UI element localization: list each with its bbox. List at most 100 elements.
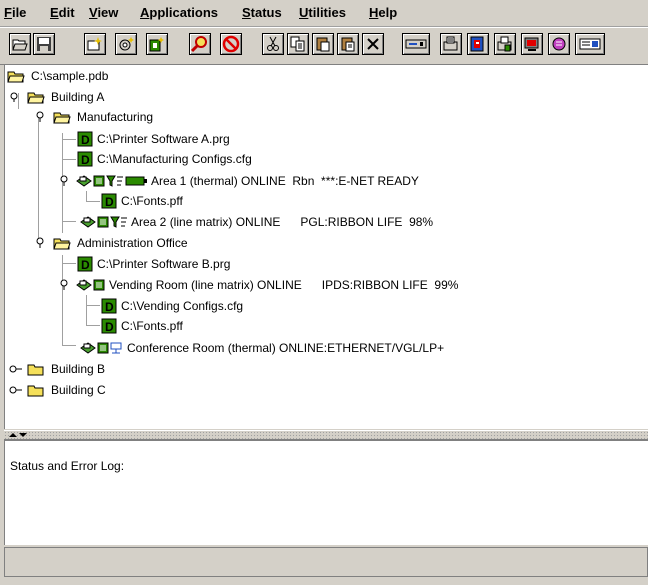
tree-line [62, 221, 76, 222]
collapse-handle-icon[interactable] [59, 279, 69, 291]
tree-node-building-c[interactable]: Building C [9, 380, 106, 400]
tree-line [62, 345, 76, 346]
expand-handle-icon[interactable] [9, 384, 23, 396]
menu-edit[interactable]: Edit [50, 5, 75, 20]
menu-file-label: ile [11, 5, 27, 20]
document-file-icon: D [101, 193, 117, 209]
tree-node-label: Area 1 (thermal) ONLINE Rbn ***:E-NET RE… [151, 174, 419, 188]
tree-node-label: Vending Room (line matrix) ONLINE IPDS:R… [109, 278, 459, 292]
tree-node-root[interactable]: C:\sample.pdb [7, 66, 108, 86]
tree-line [62, 255, 63, 345]
settings-item-button[interactable] [115, 33, 137, 55]
svg-text:D: D [81, 133, 90, 147]
panel-icon [579, 38, 601, 50]
device-button[interactable] [402, 33, 430, 55]
splitter-arrows-icon[interactable] [8, 431, 30, 439]
svg-text:D: D [81, 258, 90, 272]
status-error-log[interactable]: Status and Error Log: [4, 440, 648, 545]
tree-node-printer-area2[interactable]: Area 2 (line matrix) ONLINE PGL:RIBBON L… [79, 212, 433, 232]
tree-node-printer-conference[interactable]: Conference Room (thermal) ONLINE:ETHERNE… [79, 338, 444, 358]
paste-button[interactable] [312, 33, 334, 55]
open-folder-icon [7, 71, 25, 83]
stop-button[interactable] [220, 33, 242, 55]
collapse-handle-icon[interactable] [59, 175, 69, 187]
tree-node-printer-vending[interactable]: Vending Room (line matrix) ONLINE IPDS:R… [59, 275, 458, 295]
status-bar [4, 547, 648, 577]
copy-button[interactable] [287, 33, 309, 55]
folder-icon [27, 385, 44, 397]
printer-config-button[interactable] [440, 33, 462, 55]
tree-node-label: Conference Room (thermal) ONLINE:ETHERNE… [127, 341, 445, 355]
tree-node-manufacturing[interactable]: Manufacturing [35, 107, 153, 127]
tree-node-label: Manufacturing [77, 110, 154, 124]
tree-node-label: C:\Manufacturing Configs.cfg [97, 152, 252, 166]
open-folder-icon [27, 92, 45, 104]
printer-tree[interactable]: C:\sample.pdb Building A Manufacturing D… [4, 64, 648, 429]
collapse-handle-icon[interactable] [35, 237, 45, 249]
filter-icon [110, 216, 127, 228]
settings-item-icon [119, 37, 134, 51]
network-icon [110, 342, 122, 354]
menu-help[interactable]: Help [369, 5, 397, 20]
tree-node-file[interactable]: D C:\Printer Software B.prg [77, 254, 230, 274]
tree-node-building-b[interactable]: Building B [9, 359, 105, 379]
delete-button[interactable] [362, 33, 384, 55]
tree-node-file[interactable]: D C:\Fonts.pff [101, 316, 183, 336]
tree-node-administration[interactable]: Administration Office [35, 233, 188, 253]
new-doc-button[interactable] [146, 33, 168, 55]
paste-special-button[interactable] [337, 33, 359, 55]
color-printer-icon [552, 37, 566, 51]
tree-node-label: C:\Fonts.pff [121, 194, 183, 208]
paste-special-icon [341, 37, 355, 52]
cut-button[interactable] [262, 33, 284, 55]
tree-line [86, 295, 87, 325]
menu-status-label: tatus [250, 5, 282, 20]
tree-node-label: Area 2 (line matrix) ONLINE PGL:RIBBON L… [131, 215, 434, 229]
printer-config-icon [443, 36, 458, 51]
open-folder-button[interactable] [9, 33, 31, 55]
svg-text:D: D [105, 300, 114, 314]
log-title: Status and Error Log: [10, 459, 125, 473]
new-item-button[interactable] [84, 33, 106, 55]
tree-node-label: C:\Printer Software B.prg [97, 257, 231, 271]
collapse-handle-icon[interactable] [9, 92, 19, 102]
pane-splitter[interactable] [4, 430, 648, 440]
tree-node-label: Building A [51, 90, 105, 104]
tree-node-file[interactable]: D C:\Vending Configs.cfg [101, 296, 243, 316]
red-document-button[interactable] [467, 33, 489, 55]
printer-doc-icon [497, 36, 512, 52]
menu-utilities[interactable]: Utilities [299, 5, 346, 20]
network-printer-button[interactable] [521, 33, 543, 55]
panel-button[interactable] [575, 33, 605, 55]
device-icon [405, 39, 427, 49]
tree-node-label: C:\sample.pdb [31, 69, 109, 83]
filter-icon [106, 175, 123, 187]
menu-applications-label: pplications [149, 5, 219, 20]
toolbar [0, 27, 648, 65]
status-bars-icon [93, 279, 105, 291]
menu-view[interactable]: View [89, 5, 118, 20]
svg-text:D: D [105, 195, 114, 209]
save-button[interactable] [33, 33, 55, 55]
tree-node-building-a[interactable]: Building A [9, 87, 104, 107]
menu-edit-mnemonic: E [50, 5, 59, 20]
copy-icon [290, 36, 305, 52]
document-file-icon: D [77, 256, 93, 272]
menu-applications[interactable]: Applications [140, 5, 218, 20]
collapse-handle-icon[interactable] [35, 111, 45, 123]
printer-doc-button[interactable] [494, 33, 516, 55]
status-bars-icon [93, 175, 105, 187]
menu-file[interactable]: File [4, 5, 26, 20]
search-printer-icon [191, 36, 207, 53]
menu-status[interactable]: Status [242, 5, 282, 20]
tree-node-file[interactable]: D C:\Manufacturing Configs.cfg [77, 149, 252, 169]
color-printer-button[interactable] [548, 33, 570, 55]
tree-node-file[interactable]: D C:\Fonts.pff [101, 191, 183, 211]
tree-node-file[interactable]: D C:\Printer Software A.prg [77, 129, 230, 149]
open-folder-icon [53, 112, 71, 124]
search-printer-button[interactable] [189, 33, 211, 55]
document-file-icon: D [77, 131, 93, 147]
menu-utilities-mnemonic: U [299, 5, 309, 20]
tree-node-printer-area1[interactable]: Area 1 (thermal) ONLINE Rbn ***:E-NET RE… [59, 171, 419, 191]
expand-handle-icon[interactable] [9, 363, 23, 375]
